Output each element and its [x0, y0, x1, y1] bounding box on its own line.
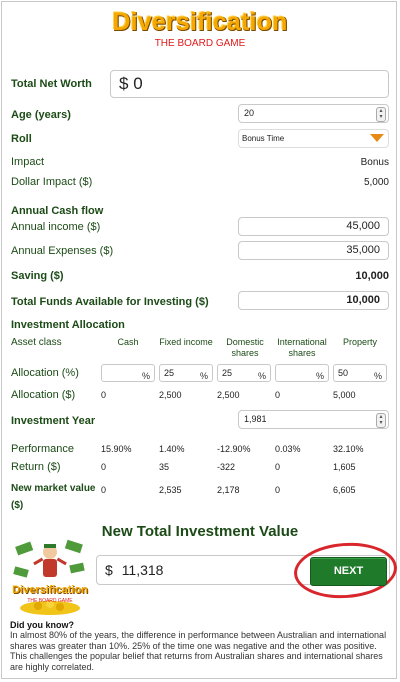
annual-income-input[interactable]: 45,000 [238, 217, 389, 236]
col-international-shares: International shares [277, 337, 327, 358]
net-worth-value: 0 [133, 74, 143, 93]
alloc-pct-label: Allocation (%) [11, 367, 79, 379]
age-stepper-icon[interactable]: ▴ ▾ [376, 107, 386, 122]
alloc-dollar-domestic-shares: 2,500 [217, 390, 240, 400]
alloc-value-fixed-income: 25 [164, 368, 175, 378]
perf-domestic-shares: -12.90% [217, 444, 251, 454]
chevron-down-icon [370, 134, 384, 142]
alloc-input-cash[interactable]: % [101, 364, 155, 382]
percent-symbol: % [141, 371, 150, 381]
market-value-label: New market value [11, 483, 96, 494]
impact-label: Impact [11, 156, 45, 168]
return-property: 1,605 [333, 462, 356, 472]
logo-illustration [13, 539, 85, 615]
year-stepper-icon[interactable]: ▴ ▾ [376, 413, 386, 428]
next-button[interactable]: NEXT [310, 557, 387, 586]
age-label: Age (years) [11, 109, 71, 121]
net-worth-currency: $ [119, 74, 129, 93]
asset-class-label: Asset class [11, 337, 62, 348]
alloc-input-property[interactable]: 50 % [333, 364, 387, 382]
annual-expenses-label: Annual Expenses ($) [11, 245, 114, 257]
total-funds-value: 10,000 [346, 294, 380, 306]
alloc-dollar-cash: 0 [101, 390, 107, 400]
roll-label: Roll [11, 133, 32, 145]
percent-symbol: % [199, 371, 208, 381]
return-cash: 0 [101, 462, 107, 472]
roll-select[interactable]: Bonus Time [238, 129, 389, 148]
alloc-value-domestic-shares: 25 [222, 368, 233, 378]
app-title: Diversification [112, 8, 288, 36]
investment-year-input[interactable]: 1,981 ▴ ▾ [238, 410, 389, 429]
perf-fixed-income: 1.40% [159, 444, 185, 454]
dollar-impact-value: 5,000 [363, 177, 389, 188]
alloc-dollar-property: 5,000 [333, 390, 356, 400]
impact-value: Bonus [360, 157, 389, 168]
roll-value: Bonus Time [242, 134, 285, 143]
return-label: Return ($) [11, 461, 61, 473]
age-input[interactable]: 20 ▴ ▾ [238, 104, 389, 123]
alloc-dollar-international-shares: 0 [275, 390, 281, 400]
net-worth-field: $ 0 [110, 70, 389, 98]
logo-title: Diversification [12, 584, 88, 596]
did-you-know-title: Did you know? [10, 620, 74, 630]
col-domestic-shares: Domestic shares [226, 337, 264, 358]
perf-international-shares: 0.03% [275, 444, 301, 454]
market-value-international-shares: 0 [275, 485, 281, 495]
investment-year-value: 1,981 [244, 414, 267, 424]
annual-expenses-input[interactable]: 35,000 [238, 241, 389, 260]
alloc-dollar-fixed-income: 2,500 [159, 390, 182, 400]
saving-value: 10,000 [355, 270, 389, 282]
annual-income-value: 45,000 [346, 220, 380, 232]
age-value: 20 [244, 108, 255, 118]
logo-subtitle: THE BOARD GAME [27, 598, 73, 604]
allocation-heading: Investment Allocation [11, 319, 125, 331]
percent-symbol: % [257, 371, 266, 381]
return-fixed-income: 35 [159, 462, 170, 472]
perf-cash: 15.90% [101, 444, 132, 454]
perf-property: 32.10% [333, 444, 364, 454]
total-investment-value: 11,318 [121, 562, 164, 578]
market-value-fixed-income: 2,535 [159, 485, 182, 495]
return-international-shares: 0 [275, 462, 281, 472]
cash-flow-heading: Annual Cash flow [11, 205, 104, 217]
total-funds-field: 10,000 [238, 291, 389, 310]
saving-label: Saving ($) [11, 270, 64, 282]
col-fixed-income: Fixed income [159, 337, 213, 347]
app-subtitle: THE BOARD GAME [154, 38, 246, 49]
col-property: Property [342, 337, 377, 347]
annual-income-label: Annual income ($) [11, 221, 101, 233]
col-cash: Cash [117, 337, 139, 347]
alloc-input-domestic-shares[interactable]: 25 % [217, 364, 271, 382]
annual-expenses-value: 35,000 [346, 244, 380, 256]
percent-symbol: % [373, 371, 382, 381]
net-worth-label: Total Net Worth [11, 78, 92, 90]
total-investment-currency: $ [105, 562, 113, 578]
total-funds-label: Total Funds Available for Investing ($) [11, 296, 209, 308]
market-value-cash: 0 [101, 485, 107, 495]
alloc-input-fixed-income[interactable]: 25 % [159, 364, 213, 382]
alloc-input-international-shares[interactable]: % [275, 364, 329, 382]
did-you-know-text: In almost 80% of the years, the differen… [10, 630, 387, 672]
dollar-impact-label: Dollar Impact ($) [11, 176, 93, 188]
game-logo [8, 538, 92, 618]
market-value-domestic-shares: 2,178 [217, 485, 240, 495]
alloc-value-property: 50 [338, 368, 349, 378]
performance-label: Performance [11, 443, 74, 455]
percent-symbol: % [315, 371, 324, 381]
investment-year-label: Investment Year [11, 415, 96, 427]
return-domestic-shares: -322 [217, 462, 236, 472]
market-value-property: 6,605 [333, 485, 356, 495]
market-value-unit: ($) [11, 500, 24, 511]
alloc-dollar-label: Allocation ($) [11, 389, 76, 401]
